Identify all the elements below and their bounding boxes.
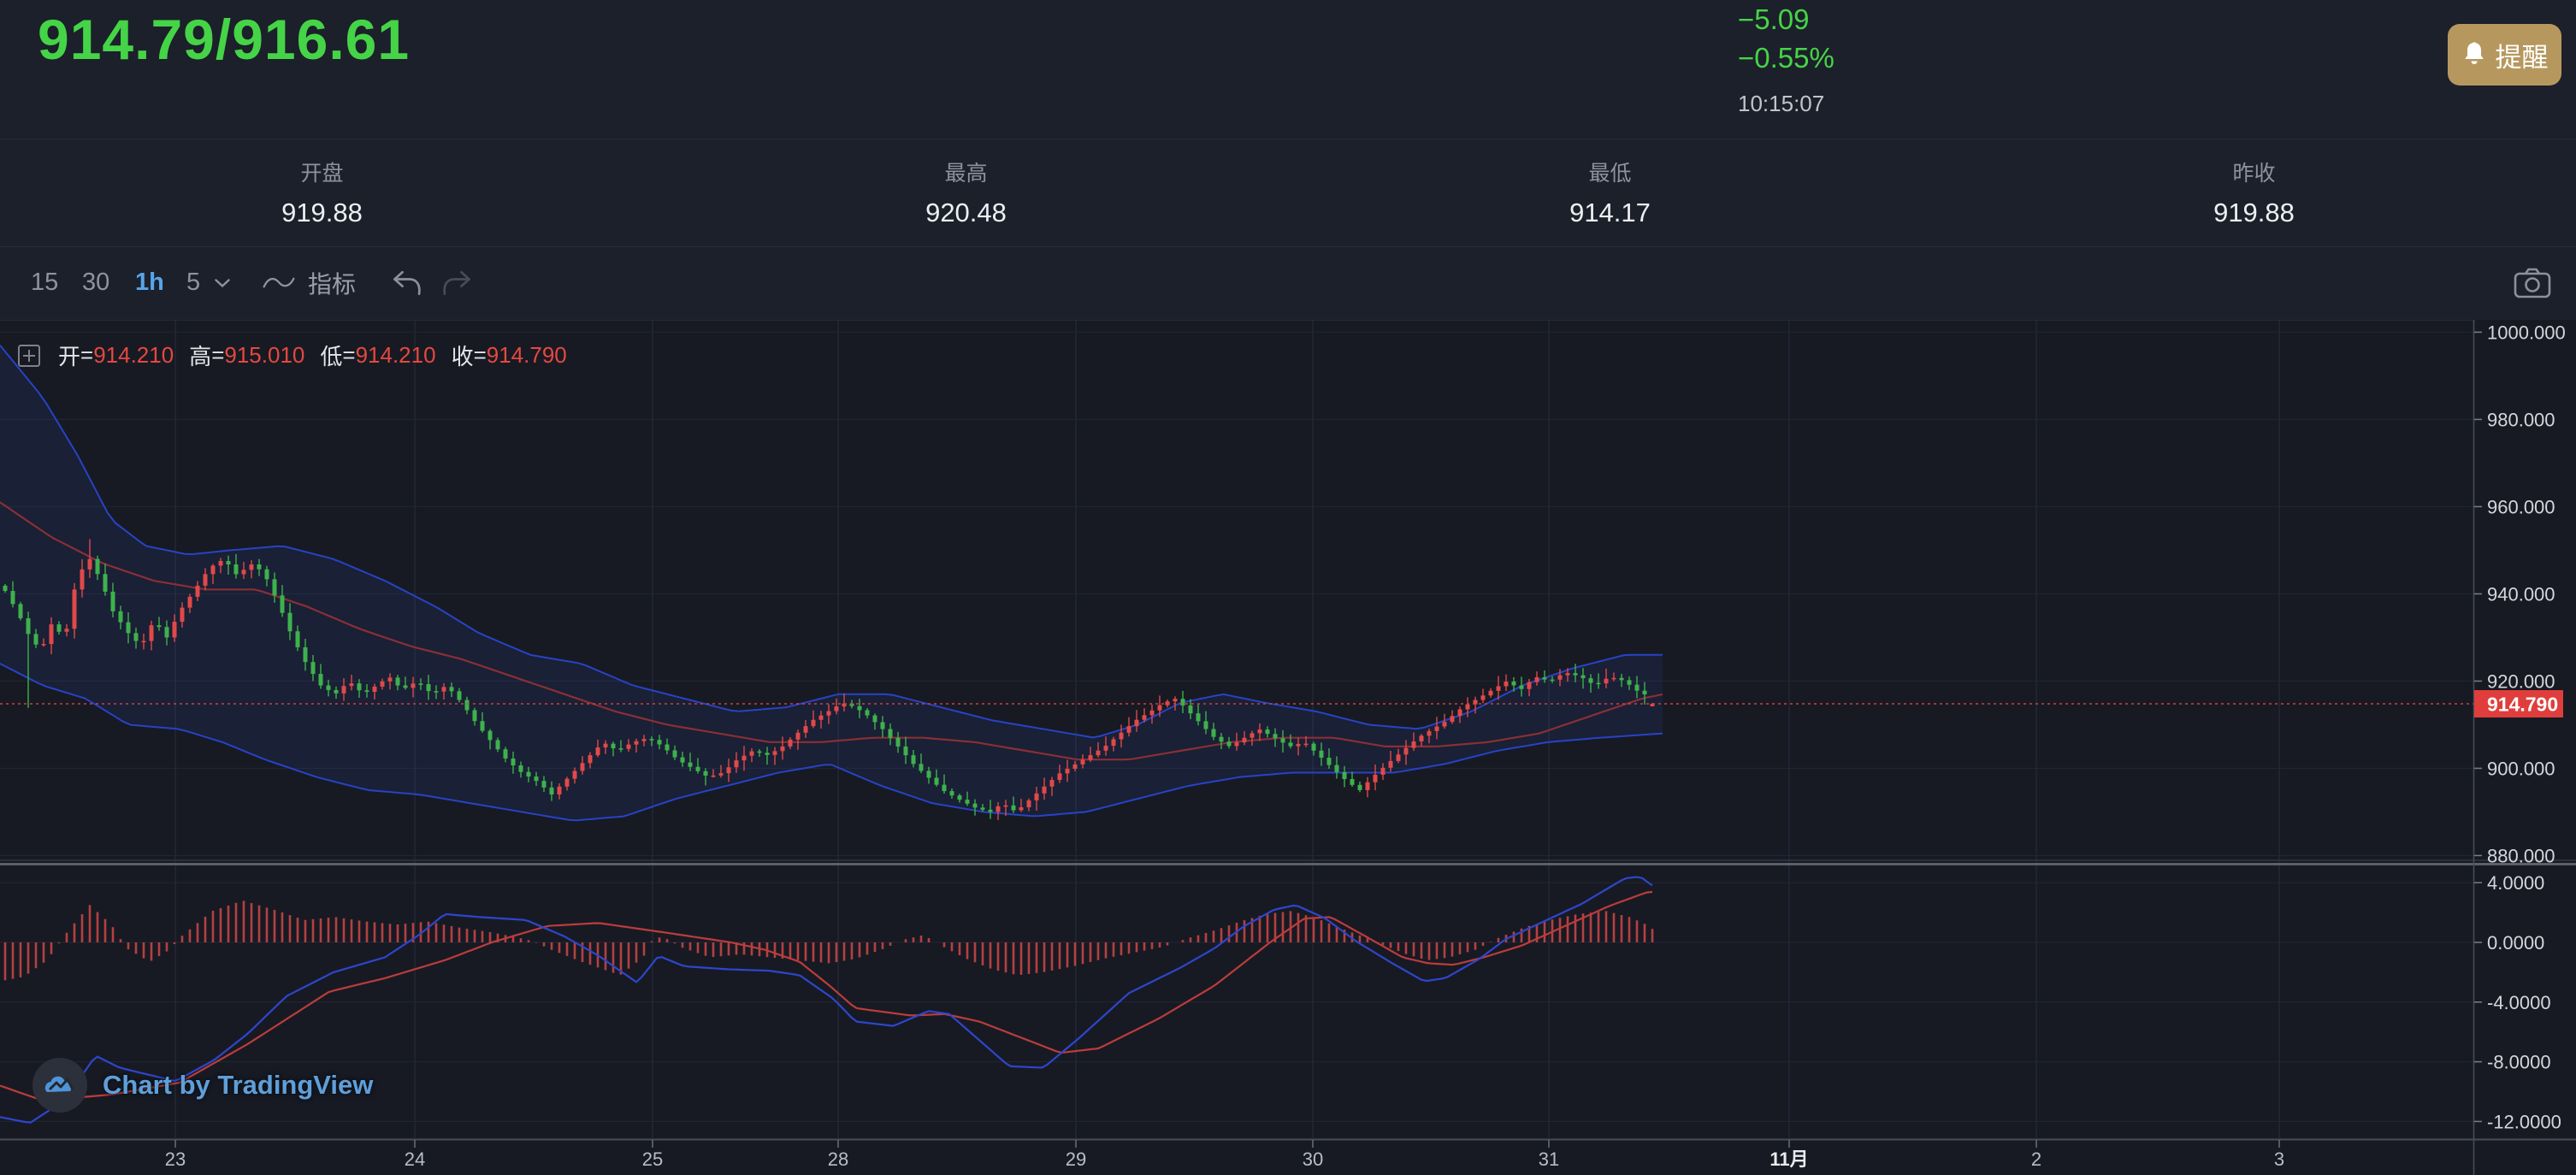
timeframe-15[interactable]: 15 — [31, 245, 58, 320]
svg-text:900.000: 900.000 — [2487, 758, 2555, 779]
legend-open-value: 914.210 — [93, 342, 174, 368]
undo-button[interactable] — [390, 245, 424, 320]
price-change: −5.09 — [1738, 3, 1810, 35]
svg-text:23: 23 — [165, 1148, 186, 1170]
legend-low: 低 = 914.210 — [320, 340, 435, 371]
svg-text:3: 3 — [2274, 1148, 2284, 1170]
timeframe-dropdown-button[interactable] — [214, 245, 231, 320]
grid-plus-icon[interactable] — [17, 344, 41, 368]
svg-text:914.790: 914.790 — [2487, 694, 2558, 716]
svg-text:31: 31 — [1539, 1148, 1559, 1170]
redo-button[interactable] — [440, 245, 474, 320]
svg-text:4.0000: 4.0000 — [2487, 872, 2544, 894]
indicators-button[interactable]: 指标 — [262, 245, 356, 320]
svg-text:25: 25 — [642, 1148, 663, 1170]
svg-text:29: 29 — [1066, 1148, 1086, 1170]
svg-text:960.000: 960.000 — [2487, 496, 2555, 517]
legend-close-value: 914.790 — [486, 342, 567, 368]
timeframe-1h[interactable]: 1h — [135, 245, 164, 320]
stat-label: 最低 — [1588, 162, 1632, 186]
svg-text:980.000: 980.000 — [2487, 409, 2555, 430]
legend-high: 高 = 915.010 — [189, 340, 304, 371]
tradingview-logo-icon — [32, 1058, 87, 1113]
stat-value: 919.88 — [281, 198, 363, 227]
daily-stats-row: 开盘 919.88 最高 920.48 最低 914.17 昨收 919.88 — [0, 139, 2576, 247]
legend-close: 收 = 914.790 — [452, 340, 567, 371]
svg-text:1000.000: 1000.000 — [2487, 322, 2566, 343]
stat-label: 昨收 — [2232, 162, 2276, 186]
svg-text:28: 28 — [828, 1148, 848, 1170]
legend-high-value: 915.010 — [224, 342, 305, 368]
indicator-wave-icon — [263, 277, 295, 287]
tradingview-attribution[interactable]: Chart by TradingView — [32, 1058, 373, 1113]
stat-value: 919.88 — [2213, 198, 2295, 227]
stat-value: 914.17 — [1569, 198, 1651, 227]
stat-open: 开盘 919.88 — [0, 139, 644, 246]
legend-open-label: 开 — [58, 344, 81, 369]
price-change-percent: −0.55% — [1738, 42, 1835, 74]
svg-text:-12.0000: -12.0000 — [2487, 1111, 2561, 1132]
svg-text:880.000: 880.000 — [2487, 845, 2555, 866]
timeframe-5[interactable]: 5 — [186, 245, 200, 320]
legend-open: 开 = 914.210 — [58, 340, 174, 371]
stat-prev-close: 昨收 919.88 — [1932, 139, 2576, 246]
timeframe-30[interactable]: 30 — [82, 245, 109, 320]
svg-text:30: 30 — [1303, 1148, 1323, 1170]
quote-header: 914.79/916.61 −5.09 −0.55% 10:15:07 提醒 — [0, 0, 2576, 139]
legend-close-label: 收 — [451, 344, 474, 369]
alert-button-label: 提醒 — [2495, 42, 2549, 73]
indicators-label: 指标 — [308, 270, 357, 298]
svg-text:11月: 11月 — [1770, 1148, 1808, 1170]
quote-time: 10:15:07 — [1738, 91, 1825, 116]
change-block: −5.09 −0.55% 10:15:07 — [1738, 0, 1835, 123]
chevron-down-icon — [215, 278, 230, 287]
svg-text:24: 24 — [405, 1148, 425, 1170]
bell-icon — [2464, 42, 2484, 64]
stat-high: 最高 920.48 — [644, 139, 1288, 246]
stat-low: 最低 914.17 — [1288, 139, 1932, 246]
alert-button[interactable]: 提醒 — [2448, 24, 2561, 86]
undo-icon — [393, 270, 421, 295]
ohlc-legend: 开 = 914.210 高 = 915.010 低 = 914.210 收 = 914.790 — [17, 340, 567, 371]
attribution-text: Chart by TradingView — [103, 1070, 374, 1100]
stat-label: 开盘 — [300, 162, 344, 186]
svg-text:940.000: 940.000 — [2487, 583, 2555, 605]
svg-text:0.0000: 0.0000 — [2487, 932, 2544, 954]
stat-label: 最高 — [944, 162, 988, 186]
svg-text:-4.0000: -4.0000 — [2487, 992, 2551, 1013]
camera-icon — [2514, 268, 2551, 298]
redo-icon — [443, 270, 470, 295]
legend-low-value: 914.210 — [355, 342, 436, 368]
svg-text:-8.0000: -8.0000 — [2487, 1052, 2551, 1073]
chart-toolbar: 15 30 1h 5 指标 — [0, 245, 2576, 320]
stat-value: 920.48 — [925, 198, 1007, 227]
svg-text:2: 2 — [2031, 1148, 2041, 1170]
bid-ask-price: 914.79/916.61 — [38, 8, 411, 71]
snapshot-button[interactable] — [2513, 245, 2552, 320]
svg-text:920.000: 920.000 — [2487, 670, 2555, 692]
legend-high-label: 高 — [189, 344, 212, 369]
legend-low-label: 低 — [320, 344, 343, 369]
